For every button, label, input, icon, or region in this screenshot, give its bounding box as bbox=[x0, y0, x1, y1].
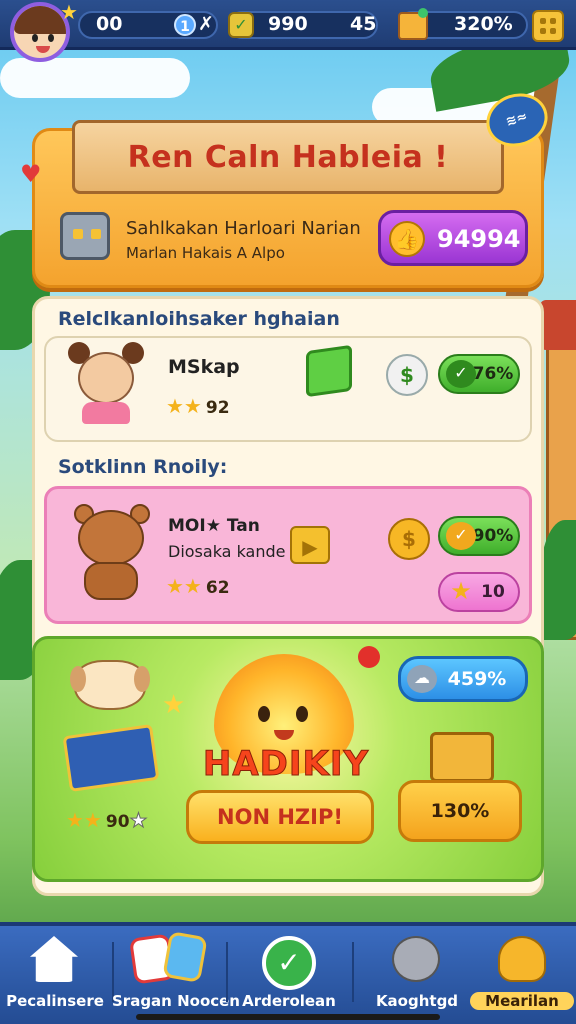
section-title-1: Relclkanloihsaker hghaian bbox=[58, 308, 340, 330]
house-icon bbox=[30, 936, 78, 982]
swap-icon[interactable]: $ bbox=[386, 354, 428, 396]
gem-icon: ✓ bbox=[228, 12, 254, 38]
reward-title: HADIKIY bbox=[202, 744, 370, 785]
coin-icon[interactable]: $ bbox=[388, 518, 430, 560]
golden-pot-icon bbox=[498, 936, 546, 982]
gold-crate-icon bbox=[430, 732, 494, 782]
teddy-bear-icon bbox=[72, 504, 154, 602]
cloud bbox=[0, 58, 190, 98]
hero-description-line2: Marlan Hakais A Alpo bbox=[126, 244, 285, 262]
energy-value: 45 bbox=[350, 13, 377, 35]
thumbs-up-icon: 👍 bbox=[389, 221, 425, 257]
heart-icon: ♥ bbox=[20, 160, 42, 188]
offer2-stars: ★★ 62 bbox=[166, 574, 230, 598]
nav-item-pets[interactable]: Kaoghtgd bbox=[362, 932, 472, 1018]
house-roof bbox=[540, 300, 576, 350]
buy-offer-button[interactable]: 👍 94994 bbox=[378, 210, 528, 266]
nav-item-play[interactable]: ✓ Arderolean bbox=[234, 932, 344, 1018]
offer2-subtitle: Diosaka kande bbox=[168, 542, 286, 561]
reward-left-stars: ★★ 90★ bbox=[66, 808, 148, 833]
green-cube-icon bbox=[306, 344, 352, 398]
offer1-name: MSkap bbox=[168, 356, 240, 378]
offer2-name: MOI★ Tan bbox=[168, 516, 260, 536]
chest-percent: 320% bbox=[454, 13, 513, 35]
checkmark-icon: ✓ bbox=[262, 936, 316, 990]
koala-icon bbox=[392, 936, 440, 982]
nav-item-home[interactable]: Pecalinsere bbox=[0, 932, 110, 1018]
top-hud: 00 1 ✗ ✓ 990 45 320% bbox=[0, 0, 576, 50]
reward-blue-pill[interactable]: ☁ 459% bbox=[398, 656, 528, 702]
nav-label-profile: Mearilan bbox=[470, 992, 574, 1010]
crate-percent-button[interactable]: 130% bbox=[398, 780, 522, 842]
hero-description-line1: Sahlkakan Harloari Narian bbox=[126, 218, 361, 239]
multiplier-icon: ✗ bbox=[198, 13, 214, 35]
gems-value: 990 bbox=[268, 13, 308, 35]
offer1-percent-pill[interactable]: ✓ 76% bbox=[438, 354, 520, 394]
nav-label-cards: Sragan Noocen bbox=[112, 992, 240, 1010]
nav-item-cards[interactable]: Sragan Noocen bbox=[112, 931, 240, 1018]
section-title-2: Sotklinn Rnoily: bbox=[58, 456, 228, 478]
card-check-icon bbox=[162, 931, 208, 983]
star-icon: ★ bbox=[60, 0, 78, 24]
sparkle-icon: ★ bbox=[162, 690, 186, 720]
buy-offer-value: 94994 bbox=[437, 225, 521, 253]
robot-icon bbox=[60, 212, 110, 260]
chest-icon bbox=[398, 8, 428, 40]
leaf-icon: ✓ bbox=[446, 522, 476, 550]
bottom-navigation: Pecalinsere Sragan Noocen ✓ Arderolean K… bbox=[0, 922, 576, 1024]
puppy-icon bbox=[70, 660, 150, 710]
cloud-token-icon: ☁ bbox=[407, 665, 437, 693]
offer1-stars: ★★ 92 bbox=[166, 394, 230, 418]
home-indicator[interactable] bbox=[136, 1014, 440, 1020]
leaf-icon: ✓ bbox=[446, 360, 476, 388]
star-icon: ★ bbox=[450, 577, 472, 605]
offer2-percent-pill[interactable]: ✓ 90% bbox=[438, 516, 520, 556]
nav-item-profile[interactable]: Mearilan bbox=[470, 932, 574, 1018]
level-badge[interactable]: 1 bbox=[174, 14, 196, 36]
girl-character-icon bbox=[68, 340, 148, 424]
notification-dot bbox=[358, 646, 380, 668]
lives-value: 00 bbox=[96, 13, 123, 35]
nav-label-pets: Kaoghtgd bbox=[375, 992, 459, 1010]
claim-button[interactable]: NON HZIP! bbox=[186, 790, 374, 844]
nav-label-home: Pecalinsere bbox=[6, 992, 104, 1010]
banner-title: Ren Caln Hableia ! bbox=[72, 120, 504, 194]
gold-ticket-icon: ▶ bbox=[290, 526, 330, 564]
nav-label-play: Arderolean bbox=[242, 992, 336, 1010]
offer2-star-pill[interactable]: ★ 10 bbox=[438, 572, 520, 612]
menu-grid-button[interactable] bbox=[532, 10, 564, 42]
